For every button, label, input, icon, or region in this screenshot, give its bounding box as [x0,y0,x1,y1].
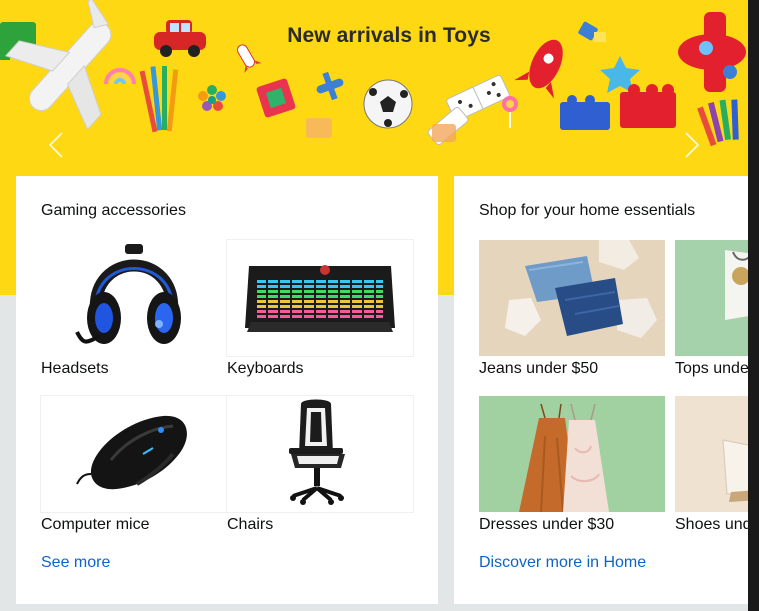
keyboard-image[interactable] [226,239,414,357]
tile-label[interactable]: Headsets [41,360,109,378]
card-title: Shop for your home essentials [479,202,696,219]
tile-label[interactable]: Keyboards [227,360,304,378]
gaming-chair-image[interactable] [226,395,414,513]
tile-label[interactable]: Dresses under $30 [479,516,614,534]
discover-more-link[interactable]: Discover more in Home [479,554,646,572]
jeans-image[interactable] [479,240,665,356]
tile-label[interactable]: Tops under $25 [675,360,748,378]
page: New arrivals in Toys Gaming accessories [0,0,748,611]
dresses-image[interactable] [479,396,665,512]
hero-title[interactable]: New arrivals in Toys [0,24,748,48]
chevron-right-icon[interactable] [680,130,704,160]
tile-label[interactable]: Computer mice [41,516,149,534]
tile-label[interactable]: Chairs [227,516,273,534]
tile-label[interactable]: Jeans under $50 [479,360,598,378]
mouse-image[interactable] [40,395,228,513]
see-more-link[interactable]: See more [41,554,110,572]
tops-image[interactable] [675,240,748,356]
window-edge [748,0,759,611]
gaming-accessories-card: Gaming accessories Headsets Keyboards Co… [16,176,438,604]
chevron-left-icon[interactable] [44,130,68,160]
shoes-image[interactable] [675,396,748,512]
headset-image[interactable] [41,240,227,356]
tile-label[interactable]: Shoes under $50 [675,516,748,534]
card-title: Gaming accessories [41,202,186,219]
home-essentials-card: Shop for your home essentials Jeans unde… [454,176,748,604]
